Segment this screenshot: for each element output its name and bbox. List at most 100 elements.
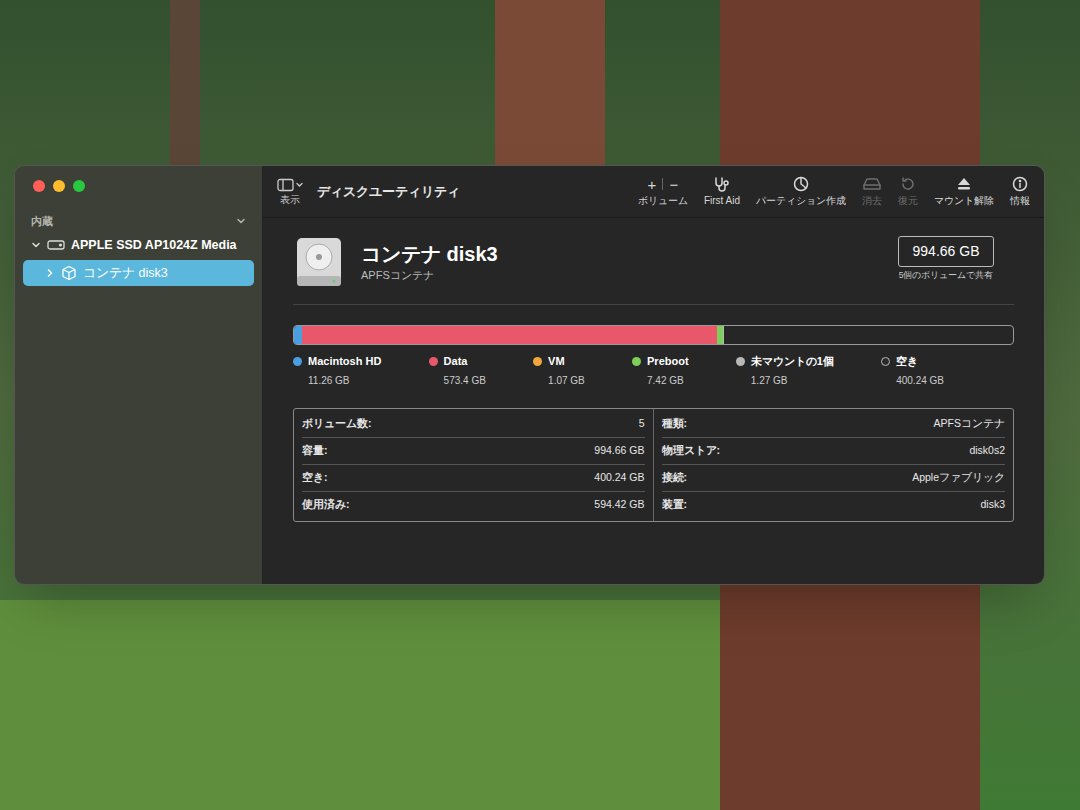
- info-row: 物理ストア:disk0s2: [662, 438, 1006, 465]
- info-value: 594.42 GB: [594, 497, 644, 513]
- legend-dot: [736, 357, 745, 366]
- info-value: disk0s2: [969, 443, 1005, 459]
- legend-item: 空き 400.24 GB: [881, 353, 944, 388]
- disk-utility-window: 内蔵APPLE SSD AP1024Z Mediaコンテナ disk3表示ディス…: [14, 165, 1045, 585]
- legend-size: 573.4 GB: [429, 373, 486, 388]
- info-table: ボリューム数: 5 容量: 994.66 GB 空き:400.24 GB 使用済み: 594…: [293, 408, 1014, 522]
- container-titles: コンテナ disk3APFSコンテナ: [361, 241, 498, 284]
- sidebar: 内蔵 APPLE SSD AP1024Z Media コンテナ disk3: [15, 166, 263, 584]
- capacity-box: 994.66 GB: [898, 236, 994, 267]
- info-icon: [1012, 176, 1028, 192]
- info-label: 使用済み:: [302, 497, 350, 513]
- capacity: 994.66 GB 5個のボリュームで共有: [898, 236, 994, 282]
- view-button[interactable]: 表示: [277, 178, 303, 206]
- legend-dot: [429, 357, 438, 366]
- partition-button[interactable]: パーティション作成: [756, 176, 846, 207]
- view-label: 表示: [280, 194, 300, 206]
- container-title-group: コンテナ disk3APFSコンテナ: [293, 236, 498, 288]
- add-volume-button[interactable]: +: [648, 177, 657, 192]
- zoom-button[interactable]: [73, 180, 85, 192]
- legend-name: 空き: [896, 353, 918, 370]
- wallpaper-foliage: [0, 600, 720, 810]
- info-label: ボリューム数:: [302, 416, 372, 432]
- info-row: 容量: 994.66 GB: [302, 438, 645, 465]
- legend-size: 1.27 GB: [736, 373, 834, 388]
- legend-name: Data: [444, 353, 468, 370]
- toolbar: 表示ディスクユーティリティ+−ボリュームFirst Aidパーティション作成消去…: [263, 166, 1044, 218]
- desktop: 内蔵APPLE SSD AP1024Z Mediaコンテナ disk3表示ディス…: [0, 0, 1080, 810]
- info-row: 空き:400.24 GB: [302, 465, 645, 492]
- sidebar-section[interactable]: 内蔵: [15, 210, 262, 232]
- legend-size: 7.42 GB: [632, 373, 689, 388]
- legend-size: 400.24 GB: [881, 373, 944, 388]
- minimize-button[interactable]: [53, 180, 65, 192]
- legend-name: Macintosh HD: [308, 353, 381, 370]
- info-column: 種類:APFSコンテナ物理ストア:disk0s2接続:Appleファブリック装置…: [654, 409, 1014, 521]
- legend-name: Preboot: [647, 353, 689, 370]
- button-label: 情報: [1010, 195, 1030, 207]
- usage-segment: [724, 326, 1013, 344]
- legend-key: Macintosh HD: [293, 353, 381, 370]
- legend-item: Data 573.4 GB: [429, 353, 486, 388]
- legend-dot: [881, 357, 890, 366]
- disk-icon: [293, 236, 345, 288]
- info-row: ボリューム数: 5: [302, 411, 645, 438]
- button-label: パーティション作成: [756, 195, 846, 207]
- legend-key: 空き: [881, 353, 944, 370]
- erase-button: 消去: [862, 176, 882, 207]
- drive-icon: [47, 239, 65, 251]
- info-row: 接続:Appleファブリック: [662, 465, 1006, 492]
- info-row: 装置: disk3: [662, 492, 1006, 519]
- info-button[interactable]: 情報: [1010, 176, 1030, 207]
- traffic-lights: [15, 166, 262, 206]
- legend-size: 1.07 GB: [533, 373, 585, 388]
- section-label: 内蔵: [31, 213, 53, 230]
- main-pane: 表示ディスクユーティリティ+−ボリュームFirst Aidパーティション作成消去…: [263, 166, 1044, 584]
- legend-name: VM: [548, 353, 565, 370]
- legend-item: VM 1.07 GB: [533, 353, 585, 388]
- container-header: コンテナ disk3APFSコンテナ 994.66 GB 5個のボリュームで共有: [293, 236, 1014, 288]
- disk-row[interactable]: APPLE SSD AP1024Z Media: [23, 232, 254, 258]
- button-label: ボリューム: [638, 195, 688, 207]
- capacity-caption: 5個のボリュームで共有: [899, 269, 994, 282]
- divider: [662, 178, 663, 190]
- chevron-icon: [31, 240, 41, 250]
- info-row: 種類:APFSコンテナ: [662, 411, 1006, 438]
- volume-add-remove: +−: [648, 176, 679, 192]
- restore-icon: [900, 176, 916, 192]
- legend-item: Macintosh HD11.26 GB: [293, 353, 381, 388]
- legend-key: Data: [429, 353, 486, 370]
- sidebar-toggle-icon: [277, 178, 303, 192]
- info-label: 装置:: [662, 497, 688, 513]
- unmount-icon: [956, 176, 972, 192]
- item-label: コンテナ disk3: [83, 264, 168, 283]
- container-icon: [61, 265, 77, 281]
- sidebar-item[interactable]: コンテナ disk3: [23, 260, 254, 286]
- erase-icon: [863, 176, 881, 192]
- usage-segment: [294, 326, 302, 344]
- info-value: disk3: [980, 497, 1005, 513]
- wallpaper-trunk: [170, 0, 200, 170]
- unmount-button[interactable]: マウント解除: [934, 176, 994, 207]
- info-label: 空き:: [302, 470, 328, 486]
- info-label: 容量:: [302, 443, 328, 459]
- info-column: ボリューム数: 5 容量: 994.66 GB 空き:400.24 GB 使用済み: 594…: [294, 409, 654, 521]
- legend-key: Preboot: [632, 353, 689, 370]
- usage-segment: [302, 326, 717, 344]
- info-value: 994.66 GB: [594, 443, 644, 459]
- sidebar-list: APPLE SSD AP1024Z Media コンテナ disk3: [15, 232, 262, 286]
- separator: [293, 304, 1014, 305]
- toolbar-buttons: +− ボリューム First Aid パーティション作成 消去復元マウント解除情報: [638, 176, 1030, 207]
- legend-dot: [293, 357, 302, 366]
- close-button[interactable]: [33, 180, 45, 192]
- container-name: コンテナ disk3: [361, 241, 498, 267]
- content: コンテナ disk3APFSコンテナ 994.66 GB 5個のボリュームで共有 Ma…: [263, 218, 1044, 522]
- info-value: Appleファブリック: [912, 470, 1005, 486]
- chevron-icon: [236, 216, 246, 226]
- volume-button[interactable]: +− ボリューム: [638, 176, 688, 207]
- remove-volume-button[interactable]: −: [669, 177, 678, 192]
- info-value: 5: [639, 416, 645, 432]
- legend-key: VM: [533, 353, 585, 370]
- firstaid-button[interactable]: First Aid: [704, 176, 740, 207]
- restore-button: 復元: [898, 176, 918, 207]
